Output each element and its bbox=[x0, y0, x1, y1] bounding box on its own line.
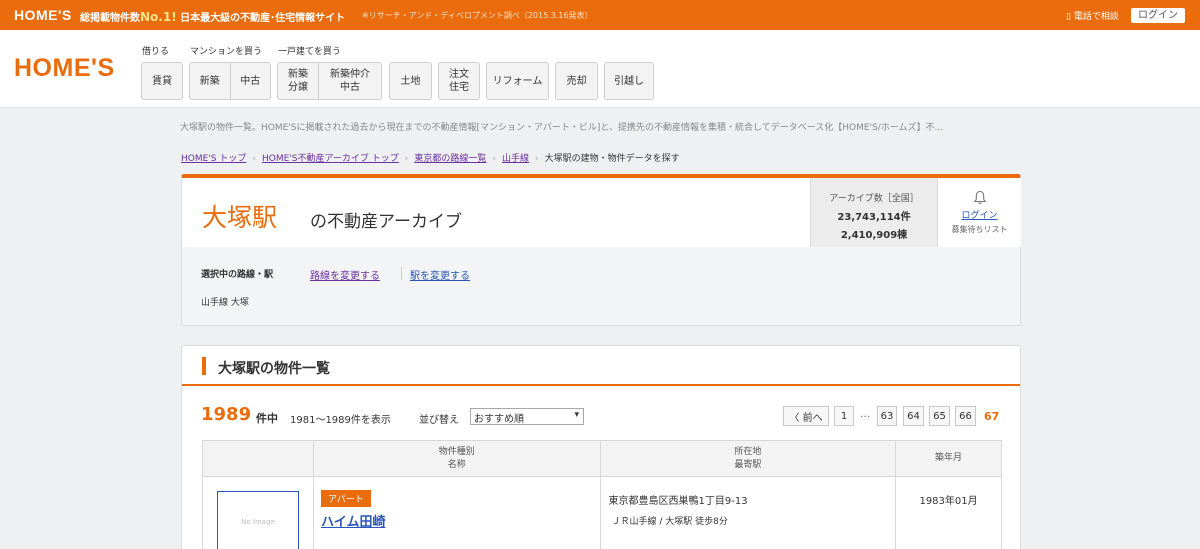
homes-logo[interactable]: HOME'S bbox=[14, 54, 115, 83]
archive-title-suffix: の不動産アーカイブ bbox=[310, 212, 462, 232]
breadcrumb-homes-top[interactable]: HOME'S トップ bbox=[181, 154, 246, 164]
source-note: ※リサーチ・アンド・ディベロプメント調べ（2015.3.16発表） bbox=[362, 11, 593, 20]
sort-value: おすすめ順 bbox=[474, 414, 524, 425]
page-description: 大塚駅の物件一覧。HOME'Sに掲載された過去から現在までの不動産情報[マンショ… bbox=[180, 123, 944, 133]
phone-label: 電話で相談 bbox=[1073, 12, 1119, 22]
nav-house-group: 新築 分譲 新築仲介 中古 bbox=[277, 62, 382, 100]
wishlist-login-link[interactable]: ログイン bbox=[938, 208, 1021, 221]
pagination-page-63[interactable]: 63 bbox=[877, 406, 897, 426]
nav-shinchiku-chukai[interactable]: 新築仲介 中古 bbox=[318, 63, 381, 99]
brand-small-logo[interactable]: HOME'S bbox=[14, 7, 72, 23]
no-image-placeholder[interactable]: No Image bbox=[217, 491, 299, 549]
chevron-down-icon: ▾ bbox=[574, 410, 579, 420]
slogan-prefix: 総掲載物件数 bbox=[80, 13, 140, 24]
nav-chuko[interactable]: 中古 bbox=[229, 63, 271, 99]
nav-tochi[interactable]: 土地 bbox=[389, 62, 432, 100]
pagination-page-64[interactable]: 64 bbox=[903, 406, 924, 426]
pagination-ellipsis: … bbox=[860, 409, 870, 420]
heading-accent-bar bbox=[202, 357, 206, 375]
property-table: 物件種別名称 所在地最寄駅 築年月 No Image アパート ハイム田崎 東京… bbox=[202, 440, 1002, 549]
chevron-right-icon: › bbox=[404, 154, 409, 164]
property-name-link[interactable]: ハイム田崎 bbox=[321, 511, 600, 530]
sort-select[interactable]: おすすめ順 ▾ bbox=[470, 408, 584, 425]
nav-hikkoshi[interactable]: 引越し bbox=[604, 62, 654, 100]
listing-title: 大塚駅の物件一覧 bbox=[218, 361, 330, 377]
sort-label: 並び替え bbox=[419, 415, 459, 426]
archive-count-box: アーカイブ数［全国］ 23,743,114件 2,410,909棟 bbox=[810, 178, 937, 247]
top-bar: HOME'S 総掲載物件数No.1! 日本最大級の不動産･住宅情報サイト ※リサ… bbox=[0, 0, 1200, 30]
pagination-current: 67 bbox=[984, 410, 1000, 423]
table-row: No Image アパート ハイム田崎 東京都豊島区西巣鴨1丁目9-13 ＪＲ山… bbox=[202, 476, 1002, 549]
slogan-main: 日本最大級の不動産･住宅情報サイト bbox=[180, 13, 346, 24]
property-listing: 大塚駅の物件一覧 1989 件中 1981～1989件を表示 並び替え おすすめ… bbox=[181, 345, 1021, 549]
chevron-right-icon: › bbox=[492, 154, 497, 164]
nav-chintai[interactable]: 賃貸 bbox=[141, 62, 183, 100]
pagination-page-1[interactable]: 1 bbox=[834, 406, 854, 426]
header-type: 物件種別 bbox=[438, 446, 475, 457]
table-header-row: 物件種別名称 所在地最寄駅 築年月 bbox=[202, 440, 1002, 477]
chevron-right-icon: › bbox=[252, 154, 256, 164]
row-image-cell: No Image bbox=[202, 476, 314, 549]
archive-title-row: 大塚駅 の不動産アーカイブ bbox=[182, 178, 810, 247]
current-line-station: 山手線 大塚 bbox=[201, 298, 249, 308]
total-count-unit: 件中 bbox=[256, 412, 278, 425]
header-built: 築年月 bbox=[895, 440, 1002, 477]
nav-baikyaku[interactable]: 売却 bbox=[555, 62, 598, 100]
pagination-page-65[interactable]: 65 bbox=[929, 406, 950, 426]
wishlist-box[interactable]: ログイン 募集待ちリスト bbox=[937, 178, 1021, 247]
archive-count-buildings: 2,410,909棟 bbox=[840, 230, 908, 241]
breadcrumb-tokyo-lines[interactable]: 東京都の路線一覧 bbox=[414, 154, 486, 164]
header-name: 名称 bbox=[447, 459, 466, 470]
group-label-mansion: マンションを買う bbox=[190, 47, 263, 57]
slogan-no1: No.1! bbox=[140, 10, 177, 24]
display-range: 1981～1989件を表示 bbox=[290, 415, 391, 426]
header-station: 最寄駅 bbox=[734, 459, 762, 470]
listing-header: 大塚駅の物件一覧 bbox=[182, 346, 1020, 386]
station-name: 大塚駅 bbox=[202, 203, 278, 232]
archive-panel: 大塚駅 の不動産アーカイブ アーカイブ数［全国］ 23,743,114件 2,4… bbox=[181, 174, 1021, 326]
nav-reform[interactable]: リフォーム bbox=[486, 62, 549, 100]
total-count: 1989 bbox=[201, 404, 252, 425]
property-address: 東京都豊島区西巣鴨1丁目9-13 bbox=[608, 496, 748, 507]
nav-shinchiku-bunjo[interactable]: 新築 分譲 bbox=[278, 63, 318, 99]
change-line-link[interactable]: 路線を変更する bbox=[310, 267, 380, 282]
property-type-badge: アパート bbox=[320, 490, 371, 507]
phone-consult-link[interactable]: ▯ 電話で相談 bbox=[1066, 9, 1119, 22]
change-station-link[interactable]: 駅を変更する bbox=[410, 267, 470, 282]
breadcrumb-yamanote[interactable]: 山手線 bbox=[502, 154, 529, 164]
group-label-rent: 借りる bbox=[142, 47, 170, 57]
chevron-right-icon: › bbox=[535, 154, 539, 164]
divider bbox=[401, 267, 402, 280]
group-label-house: 一戸建てを買う bbox=[278, 47, 341, 57]
site-header: HOME'S 借りる マンションを買う 一戸建てを買う 賃貸 新築 中古 新築 … bbox=[0, 30, 1200, 108]
archive-count-label: アーカイブ数［全国］ bbox=[829, 194, 919, 204]
header-image bbox=[202, 440, 314, 477]
wishlist-label: 募集待ちリスト bbox=[951, 225, 1008, 234]
selected-line-label: 選択中の路線・駅 bbox=[201, 270, 274, 280]
header-location: 所在地 bbox=[734, 446, 762, 457]
pagination-prev[interactable]: 〈 前へ bbox=[783, 406, 829, 426]
archive-count-properties: 23,743,114件 bbox=[837, 212, 911, 223]
property-built: 1983年01月 bbox=[919, 496, 978, 507]
header-location-station: 所在地 最寄駅 bbox=[599, 440, 897, 477]
row-location-cell: 東京都豊島区西巣鴨1丁目9-13 ＪＲ山手線 / 大塚駅 徒歩8分 bbox=[599, 476, 897, 549]
nav-shinchiku[interactable]: 新築 bbox=[190, 63, 230, 99]
row-built-cell: 1983年01月 bbox=[895, 476, 1002, 549]
breadcrumb-current: 大塚駅の建物・物件データを探す bbox=[544, 154, 680, 164]
pagination-page-66[interactable]: 66 bbox=[955, 406, 976, 426]
row-name-cell: アパート ハイム田崎 bbox=[312, 476, 601, 549]
header-type-name: 物件種別 名称 bbox=[312, 440, 601, 477]
header-login-button[interactable]: ログイン bbox=[1131, 8, 1185, 23]
breadcrumb-archive-top[interactable]: HOME'S不動産アーカイブ トップ bbox=[262, 154, 399, 164]
phone-icon: ▯ bbox=[1066, 12, 1071, 22]
property-station: ＪＲ山手線 / 大塚駅 徒歩8分 bbox=[611, 517, 728, 527]
nav-chumon[interactable]: 注文 住宅 bbox=[438, 62, 480, 100]
bell-icon bbox=[973, 190, 986, 204]
nav-mansion-group: 新築 中古 bbox=[189, 62, 271, 100]
slogan: 総掲載物件数No.1! 日本最大級の不動産･住宅情報サイト bbox=[80, 9, 345, 24]
breadcrumb: HOME'S トップ › HOME'S不動産アーカイブ トップ › 東京都の路線一覧 › 山… bbox=[181, 151, 680, 164]
